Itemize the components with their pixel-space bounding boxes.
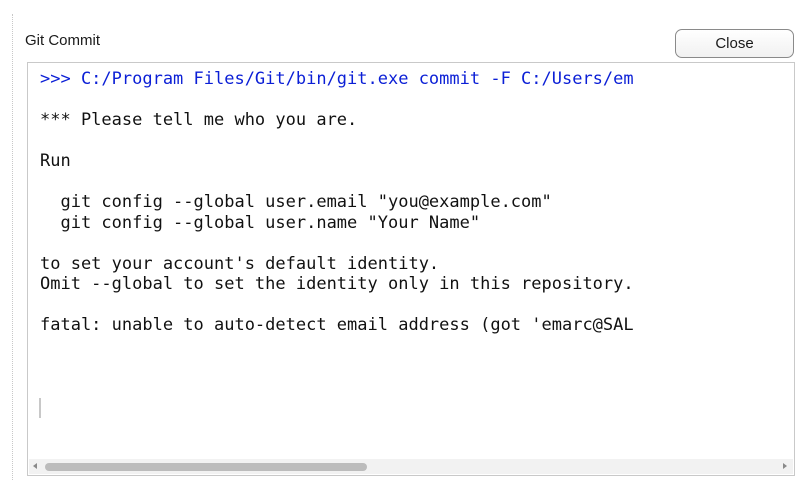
scrollbar-thumb[interactable] (45, 463, 367, 471)
console-line: Run (40, 151, 71, 171)
panel-divider (12, 14, 13, 480)
horizontal-scrollbar[interactable] (29, 459, 793, 474)
console-line: git config --global user.name "Your Name… (40, 212, 481, 233)
console-line: *** Please tell me who you are. (40, 110, 358, 130)
console-line: Omit --global to set the identity only i… (40, 274, 634, 294)
console-error-line: fatal: unable to auto-detect email addre… (40, 315, 634, 335)
window-title: Git Commit (25, 32, 100, 49)
console-command-line: >>> C:/Program Files/Git/bin/git.exe com… (40, 69, 634, 89)
git-commit-window: Git Commit Close >>> C:/Program Files/Gi… (0, 0, 805, 488)
scroll-left-arrow-icon[interactable] (33, 463, 37, 469)
scroll-right-arrow-icon[interactable] (783, 463, 787, 469)
console-output: >>> C:/Program Files/Git/bin/git.exe com… (40, 69, 634, 336)
console-line: to set your account's default identity. (40, 253, 440, 274)
close-button[interactable]: Close (675, 29, 794, 58)
text-cursor (39, 398, 41, 418)
console-line: git config --global user.email "you@exam… (40, 192, 552, 212)
git-output-console[interactable]: >>> C:/Program Files/Git/bin/git.exe com… (27, 62, 795, 476)
